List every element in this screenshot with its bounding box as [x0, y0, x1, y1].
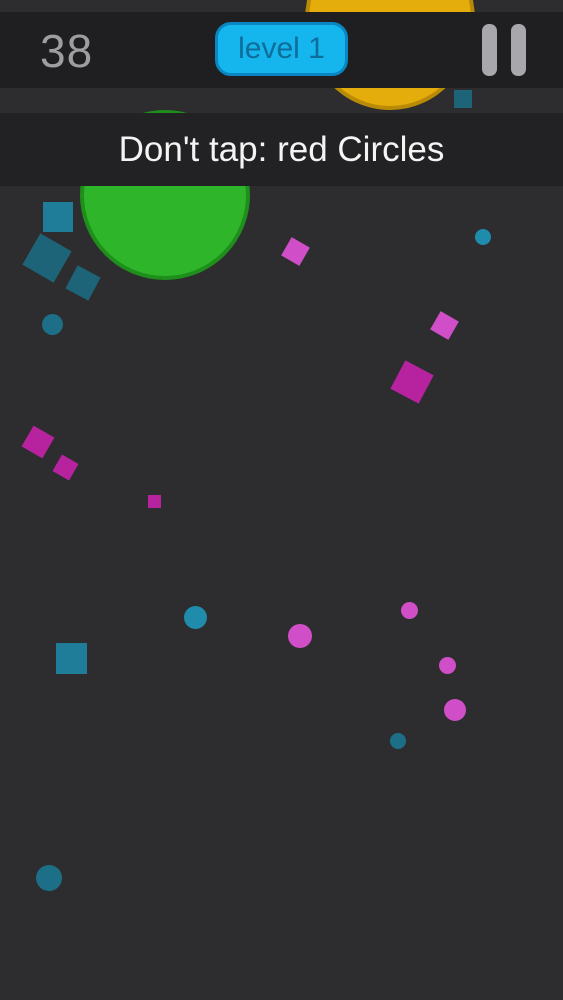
magenta-circle[interactable] — [444, 699, 466, 721]
rule-text: Don't tap: red Circles — [118, 129, 445, 169]
score-counter: 38 — [40, 25, 94, 77]
pause-bar-right — [511, 24, 526, 76]
teal-circle[interactable] — [475, 229, 491, 245]
teal-square[interactable] — [43, 202, 73, 232]
teal-circle[interactable] — [390, 733, 406, 749]
top-hud-bar: 38 level 1 — [0, 12, 563, 88]
teal-square[interactable] — [65, 265, 101, 301]
rule-banner: Don't tap: red Circles — [0, 113, 563, 186]
level-button[interactable]: level 1 — [215, 22, 348, 76]
teal-square[interactable] — [454, 90, 472, 108]
level-label: level 1 — [238, 32, 325, 65]
magenta-circle[interactable] — [439, 657, 456, 674]
magenta-square[interactable] — [281, 237, 310, 266]
magenta-circle[interactable] — [401, 602, 418, 619]
magenta-square[interactable] — [430, 311, 459, 340]
magenta-square[interactable] — [52, 454, 79, 481]
magenta-square[interactable] — [148, 495, 161, 508]
magenta-square[interactable] — [390, 360, 434, 404]
magenta-circle[interactable] — [288, 624, 312, 648]
teal-square[interactable] — [22, 233, 72, 283]
teal-square[interactable] — [56, 643, 87, 674]
teal-circle[interactable] — [36, 865, 62, 891]
magenta-square[interactable] — [21, 425, 55, 459]
game-screen[interactable]: 38 level 1 Don't tap: red Circles — [0, 0, 563, 1000]
teal-circle[interactable] — [42, 314, 63, 335]
pause-icon[interactable] — [480, 24, 530, 76]
pause-bar-left — [482, 24, 497, 76]
teal-circle[interactable] — [184, 606, 207, 629]
